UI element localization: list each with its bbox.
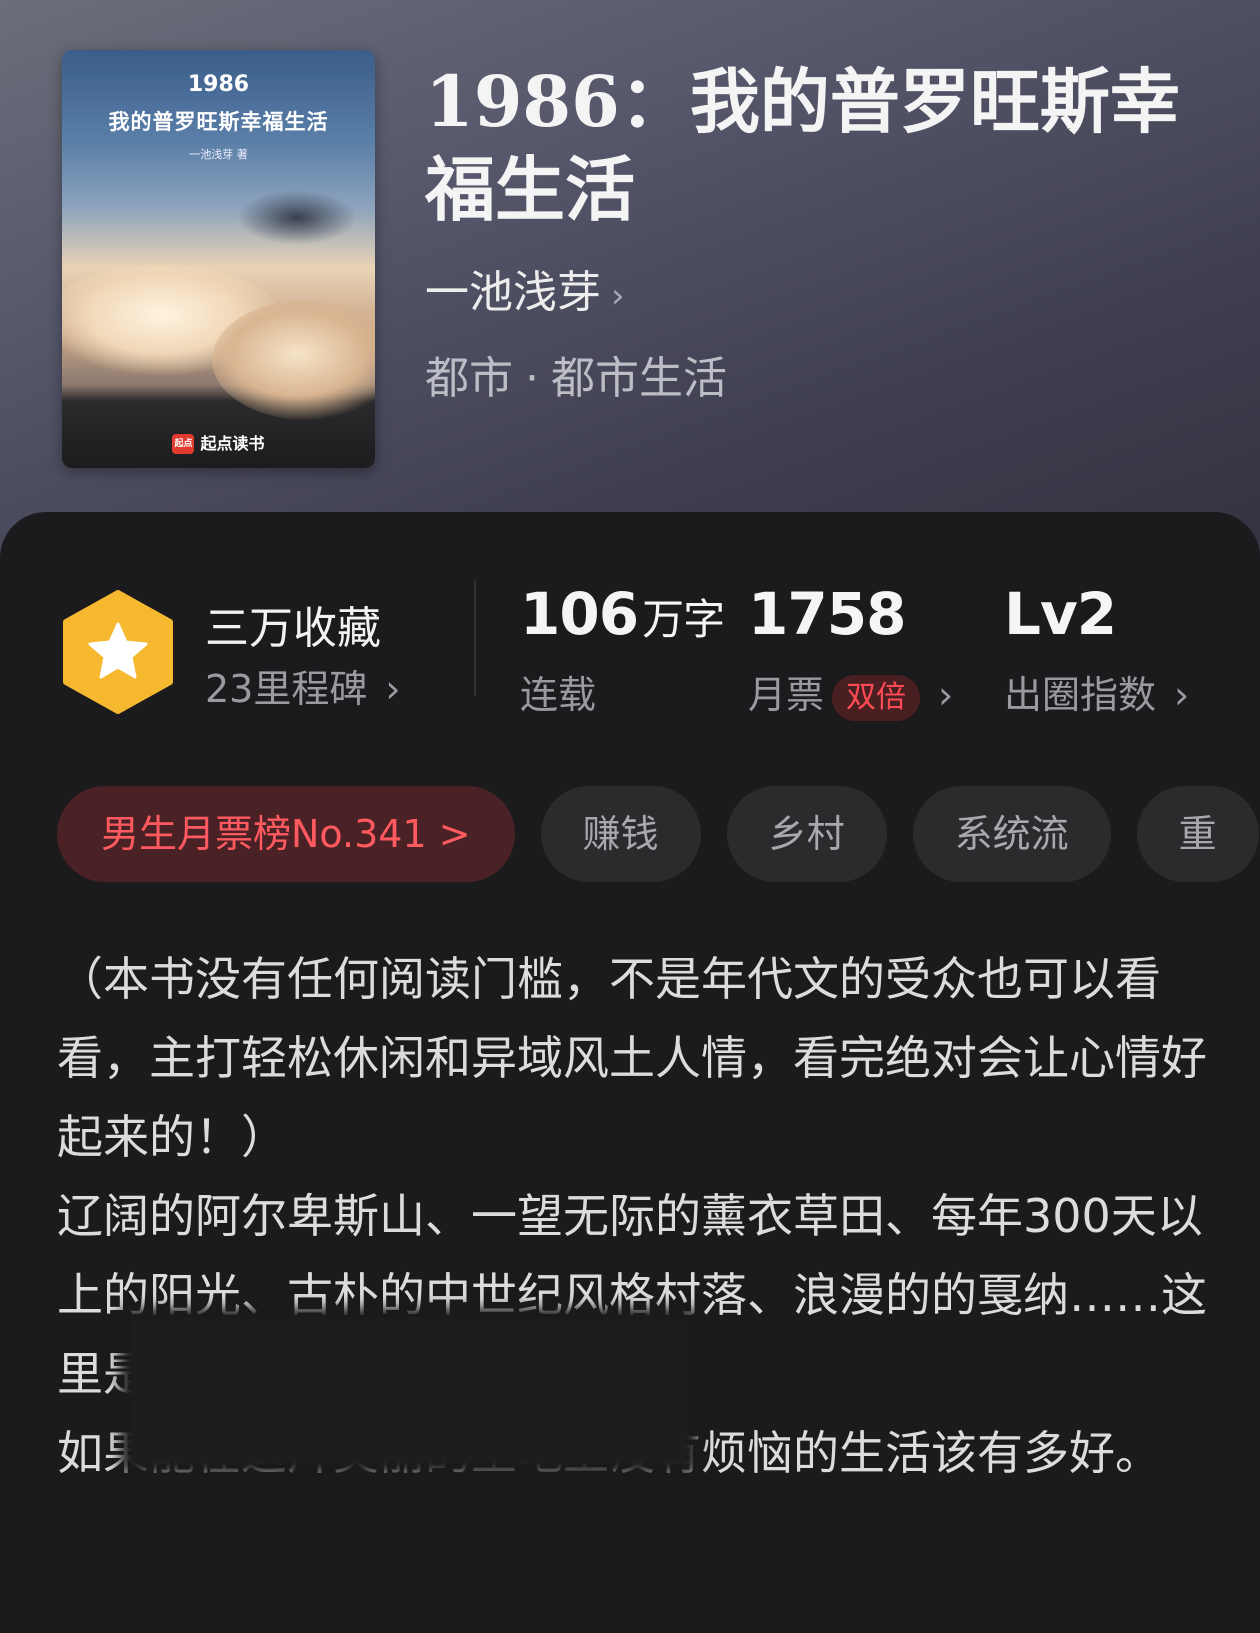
star-badge-icon: [63, 590, 173, 714]
genre-line: 都市 · 都市生活: [425, 342, 727, 406]
genre-separator: ·: [525, 353, 539, 404]
milestone-label: 23里程碑: [205, 667, 368, 711]
tag-item[interactable]: 乡村: [726, 786, 887, 882]
tag-list: 男生月票榜No.341 > 赚钱 乡村 系统流重: [57, 786, 1260, 882]
chevron-right-icon: ›: [385, 667, 401, 711]
redaction-blur: [130, 1318, 688, 1464]
chevron-right-icon: ›: [938, 673, 954, 717]
chevron-right-icon: ›: [1174, 673, 1190, 717]
milestone-link[interactable]: 23里程碑 ›: [205, 658, 401, 713]
stats-divider: [474, 580, 476, 696]
double-badge: 双倍: [832, 674, 921, 721]
publisher-logo-icon: 起点: [172, 434, 195, 454]
popularity-level: Lv2: [1004, 580, 1117, 648]
cover-title: 我的普罗旺斯幸福生活: [108, 110, 329, 134]
popularity-index-label: 出圈指数: [1004, 673, 1157, 717]
tag-ranking[interactable]: 男生月票榜No.341 >: [57, 786, 515, 882]
author-link[interactable]: 一池浅芽 ›: [425, 256, 625, 320]
word-count-unit: 万字: [642, 595, 725, 644]
cover-author: 一池浅芽 著: [189, 148, 248, 161]
monthly-ticket-link[interactable]: 月票 双倍 ›: [748, 664, 953, 721]
serial-status: 连载: [520, 673, 597, 717]
chevron-right-icon: ›: [611, 276, 625, 316]
book-cover[interactable]: 1986 我的普罗旺斯幸福生活 一池浅芽 著 起点 起点读书: [62, 50, 375, 468]
cover-cloud: [237, 190, 357, 245]
word-count-number: 106: [520, 580, 639, 648]
monthly-ticket-count: 1758: [748, 580, 906, 648]
genre-sub[interactable]: 都市生活: [551, 353, 727, 404]
description-paragraph: （本书没有任何阅读门槛，不是年代文的受众也可以看看，主打轻松休闲和异域风土人情，…: [57, 952, 1207, 1164]
publisher-name: 起点读书: [200, 433, 265, 453]
popularity-index-link[interactable]: 出圈指数 ›: [1004, 664, 1189, 719]
cover-year: 1986: [187, 72, 250, 97]
monthly-ticket-label: 月票: [748, 673, 825, 717]
tag-item[interactable]: 赚钱: [540, 786, 701, 882]
genre-main[interactable]: 都市: [425, 353, 513, 404]
tag-item[interactable]: 重: [1136, 786, 1259, 882]
book-title: 1986：我的普罗旺斯幸福生活: [425, 60, 1180, 231]
cover-publisher: 起点 起点读书: [62, 430, 375, 454]
word-count: 106万字: [520, 580, 725, 648]
author-name: 一池浅芽: [425, 267, 601, 318]
collect-title: 三万收藏: [205, 603, 381, 654]
tag-item[interactable]: 系统流: [912, 786, 1111, 882]
